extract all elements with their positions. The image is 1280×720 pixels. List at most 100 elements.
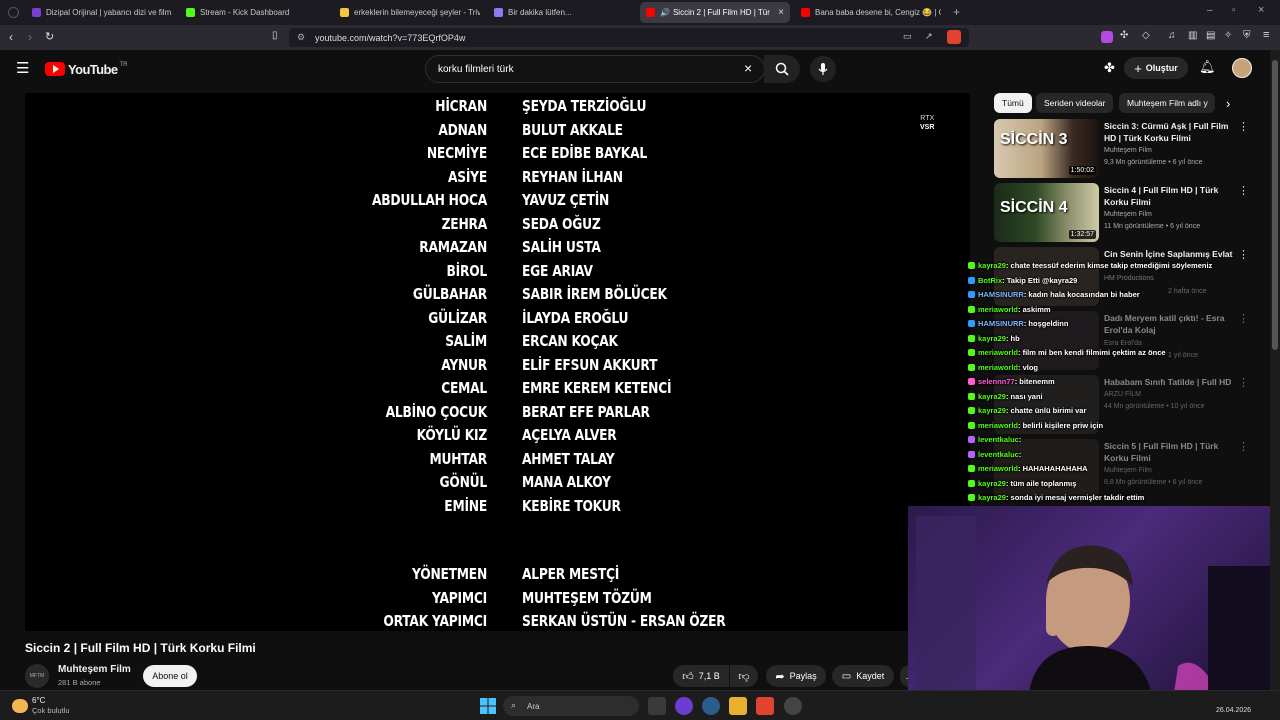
streamer-webcam xyxy=(908,506,1280,700)
save-playlist-icon: ▭ xyxy=(841,670,852,682)
file-explorer-icon[interactable] xyxy=(729,697,747,715)
chat-badge-icon xyxy=(968,334,975,342)
related-channel[interactable]: Muhteşem Film xyxy=(1104,145,1152,157)
wallet-icon[interactable]: ▤ xyxy=(1206,30,1215,41)
weather-temperature[interactable]: 6°C xyxy=(32,696,45,705)
tab-kick-dashboard[interactable]: Stream - Kick Dashboard xyxy=(186,2,326,23)
more-vertical-icon[interactable]: ⋮ xyxy=(1238,184,1249,197)
chat-username: meriaworld xyxy=(978,362,1019,372)
chip-series-videos[interactable]: Seriden videolar xyxy=(1036,93,1114,113)
related-thumbnail[interactable]: SİCCİN 3 1:50:02 xyxy=(994,119,1099,178)
search-icon xyxy=(775,62,789,76)
chip-all[interactable]: Tümü xyxy=(994,93,1032,113)
weather-description[interactable]: Çok bulutlu xyxy=(32,706,70,715)
back-icon[interactable]: ‹ xyxy=(9,30,13,44)
create-button[interactable]: + Oluştur xyxy=(1124,57,1188,79)
related-thumbnail[interactable]: SİCCİN 4 1:32:57 xyxy=(994,183,1099,242)
tab-siccin-2-active[interactable]: 🔊Siccin 2 | Full Film HD | Türk K...× xyxy=(640,2,790,23)
extensions-2-icon[interactable]: ◇ xyxy=(1142,30,1150,41)
video-player[interactable]: HİCRAN ŞEYDA TERZİOĞLU ADNAN BULUT AKKALE NE… xyxy=(25,93,970,631)
tab-favicon xyxy=(801,8,810,17)
brave-shield-icon[interactable] xyxy=(947,30,961,44)
tab-favicon xyxy=(646,8,655,17)
forward-icon[interactable]: › xyxy=(28,30,32,44)
extension-icon[interactable] xyxy=(1101,31,1113,43)
credit-name: EGE ARIAV xyxy=(522,261,593,280)
task-view-icon[interactable] xyxy=(648,697,666,715)
credit-name: ŞEYDA TERZİOĞLU xyxy=(522,97,647,115)
credit-name: AÇELYA ALVER xyxy=(522,426,617,444)
notifications-bell-icon[interactable]: 🔔︎ xyxy=(1199,59,1216,75)
bookmark-icon[interactable]: ▯ xyxy=(272,30,278,41)
youtube-logo[interactable]: YouTube TR xyxy=(45,61,127,77)
brave-browser-icon[interactable] xyxy=(756,697,774,715)
close-window-icon[interactable]: × xyxy=(1258,4,1264,16)
credit-name: AHMET TALAY xyxy=(522,449,615,468)
app-icon[interactable] xyxy=(675,697,693,715)
chat-badge-icon xyxy=(968,436,975,443)
obs-studio-icon[interactable] xyxy=(784,697,802,715)
leo-ai-icon[interactable]: ✧ xyxy=(1224,30,1232,41)
credit-role: YÖNETMEN xyxy=(412,565,487,583)
sidebar-icon[interactable]: ▥ xyxy=(1188,30,1197,41)
share-button[interactable]: ➦ Paylaş xyxy=(766,665,826,687)
search-button[interactable] xyxy=(764,55,800,83)
related-video-title[interactable]: Siccin 3: Cürmü Aşk | Full Film HD | Tür… xyxy=(1104,120,1234,144)
minimize-icon[interactable]: – xyxy=(1207,5,1213,16)
chat-text: : hb xyxy=(1005,333,1020,343)
like-button[interactable]: 👍︎ 7,1 B xyxy=(673,665,729,687)
extension-puzzle-icon[interactable]: ✤ xyxy=(1104,60,1115,76)
chat-badge-icon xyxy=(968,421,975,429)
credit-role: NECMİYE xyxy=(426,144,487,162)
new-tab-icon[interactable]: + xyxy=(953,5,960,19)
windows-start-icon[interactable] xyxy=(479,697,497,715)
tab-bana-baba[interactable]: Bana baba desene bi, Cengiz 😂 | Gi... xyxy=(801,2,941,23)
browser-menu-icon[interactable] xyxy=(8,7,19,18)
channel-avatar[interactable]: MFTM xyxy=(25,664,49,688)
tab-trivia[interactable]: erkeklerin bilemeyeceği şeyler - Trivi..… xyxy=(340,2,480,23)
tab-bir-dakika[interactable]: Bir dakika lütfen... xyxy=(494,2,634,23)
related-video-title[interactable]: Siccin 4 | Full Film HD | Türk Korku Fil… xyxy=(1104,184,1234,208)
reload-icon[interactable]: ↻ xyxy=(45,30,54,43)
screenshot-icon[interactable]: ▭ xyxy=(903,31,912,42)
subscribe-button[interactable]: Abone ol xyxy=(143,665,197,687)
maximize-icon[interactable]: ▫ xyxy=(1232,5,1236,16)
close-tab-icon[interactable]: × xyxy=(778,7,784,18)
channel-name[interactable]: Muhteşem Film xyxy=(58,664,131,675)
credit-role: ADNAN xyxy=(438,120,487,139)
page-scrollbar[interactable] xyxy=(1270,50,1280,690)
tab-favicon xyxy=(340,8,349,17)
credit-role: ALBİNO ÇOCUK xyxy=(385,402,488,421)
puzzle-icon[interactable]: ✣ xyxy=(1120,30,1128,41)
chat-text: : xyxy=(1018,449,1022,459)
chips-next-icon[interactable]: › xyxy=(1226,96,1230,111)
music-icon[interactable]: ♫ xyxy=(1168,30,1176,41)
search-icon: ⌕ xyxy=(511,700,517,710)
credit-role: GÜLİZAR xyxy=(428,308,487,327)
related-channel[interactable]: Muhteşem Film xyxy=(1104,209,1152,221)
dislike-button[interactable]: 👎︎ xyxy=(730,665,758,687)
chat-message: meriaworld: belirli kişilere priw için xyxy=(968,421,1103,430)
search-input[interactable]: korku filmleri türk × xyxy=(425,55,765,83)
microphone-icon xyxy=(818,63,828,75)
chip-channel-videos[interactable]: Muhteşem Film adlı y xyxy=(1119,93,1215,113)
taskbar-date[interactable]: 26.04.2026 xyxy=(1216,707,1251,714)
share-icon[interactable]: ↗ xyxy=(925,31,933,42)
chat-message: meriaworld: film mi ben kendi filmimi çe… xyxy=(968,348,1166,357)
taskbar-search[interactable]: ⌕ Ara xyxy=(503,696,639,716)
site-info-icon[interactable]: ⚙ xyxy=(297,32,305,43)
hamburger-menu-icon[interactable]: ☰ xyxy=(16,59,29,77)
clear-search-icon[interactable]: × xyxy=(744,60,752,76)
vpn-icon[interactable]: ⛨ xyxy=(1243,30,1251,41)
tab-dizipal[interactable]: Dizipal Orijinal | yabancı dizi ve film … xyxy=(32,2,172,23)
save-button[interactable]: ▭ Kaydet xyxy=(832,665,894,687)
settings-gear-icon[interactable] xyxy=(702,697,720,715)
scrollbar-thumb[interactable] xyxy=(1272,60,1278,350)
voice-search-button[interactable] xyxy=(810,56,836,82)
credit-name: SERKAN ÜSTÜN - ERSAN ÖZER xyxy=(522,612,726,630)
browser-menu-lines-icon[interactable]: ≡ xyxy=(1263,29,1269,41)
more-vertical-icon[interactable]: ⋮ xyxy=(1238,120,1249,133)
profile-avatar[interactable] xyxy=(1232,58,1252,78)
related-video-title[interactable]: Cin Senin İçine Saplanmış Evlat xyxy=(1104,248,1234,260)
url-field[interactable]: ⚙ youtube.com/watch?v=773EQrfOP4w ▭ ↗ xyxy=(289,28,969,47)
